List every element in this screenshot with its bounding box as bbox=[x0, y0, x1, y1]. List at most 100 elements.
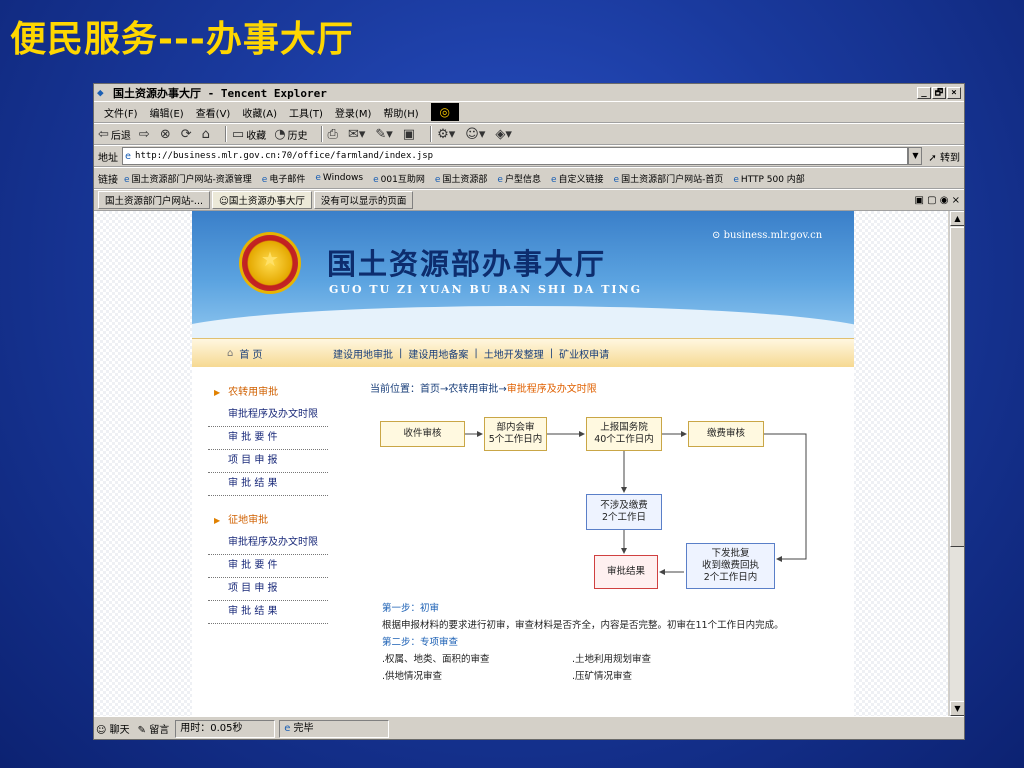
nav-item-land-development[interactable]: 土地开发整理 bbox=[484, 346, 544, 361]
go-label: 转到 bbox=[940, 152, 960, 164]
sidebar-item-results[interactable]: 审 批 结 果 bbox=[208, 473, 328, 496]
edit-button[interactable]: ✎▾ bbox=[375, 127, 394, 142]
nav-item-construction-filing[interactable]: 建设用地备案 bbox=[408, 346, 468, 361]
menu-help[interactable]: 帮助(H) bbox=[383, 105, 418, 120]
sidebar-item-application[interactable]: 项 目 申 报 bbox=[208, 450, 328, 473]
sidebar-item-application[interactable]: 项 目 申 报 bbox=[208, 578, 328, 601]
chat-button[interactable]: ☺ 聊天 bbox=[96, 721, 130, 736]
link-item[interactable]: e HTTP 500 内部 bbox=[733, 172, 804, 185]
flow-box-sublabel: 5个工作日内 bbox=[488, 434, 543, 445]
nav-item-construction-approval[interactable]: 建设用地审批 bbox=[333, 346, 393, 361]
maximize-button[interactable]: 🗗 bbox=[932, 86, 946, 99]
go-button[interactable]: ➚ 转到 bbox=[928, 149, 960, 164]
flow-box-sublabel: 40个工作日内 bbox=[594, 434, 654, 445]
menu-tools[interactable]: 工具(T) bbox=[289, 105, 323, 120]
flow-box-label: 上报国务院 bbox=[600, 422, 648, 433]
forward-button[interactable]: ⇨ bbox=[139, 127, 152, 142]
link-label: 国土资源部 bbox=[442, 174, 488, 185]
sidebar-item-requirements[interactable]: 审 批 要 件 bbox=[208, 555, 328, 578]
link-item[interactable]: e 001互助网 bbox=[373, 172, 425, 185]
sidebar-item-procedure[interactable]: 审批程序及办文时限 bbox=[208, 404, 328, 427]
link-label: 001互助网 bbox=[380, 174, 425, 185]
flow-box-sublabel: 收到缴费回执 bbox=[701, 560, 759, 571]
ie-icon: e bbox=[261, 174, 268, 185]
qq-tab-icon: ☺ bbox=[219, 196, 229, 207]
ie-icon: e bbox=[497, 174, 503, 185]
menu-file[interactable]: 文件(F) bbox=[104, 105, 138, 120]
ie-icon: e bbox=[733, 174, 739, 185]
scroll-thumb[interactable] bbox=[950, 227, 964, 547]
back-arrow-icon: ⇦ bbox=[98, 126, 109, 142]
links-bar: 链接 e 国土资源部门户网站-资源管理 e 电子邮件 e Windows e 001互助… bbox=[94, 167, 964, 189]
tab-portal[interactable]: 国土资源部门户网站-... bbox=[98, 191, 210, 209]
history-icon: ◔ bbox=[274, 126, 286, 142]
link-item[interactable]: e 户型信息 bbox=[497, 172, 541, 185]
menu-bar: 文件(F) 编辑(E) 查看(V) 收藏(A) 工具(T) 登录(M) 帮助(H… bbox=[94, 101, 964, 123]
qq-button[interactable]: ☺▾ bbox=[465, 127, 487, 142]
toolbar: ⇦ 后退 ⇨ ⊗ ⟳ ⌂ ▭ 收藏 ◔ 历史 ⎙ ✉▾ ✎▾ ▣ ⚙▾ ☺▾ ◈▾ bbox=[94, 123, 964, 145]
banner-url-text: business.mlr.gov.cn bbox=[723, 230, 823, 241]
window-button[interactable]: ▣ bbox=[403, 127, 417, 142]
address-label: 地址 bbox=[98, 152, 118, 164]
scroll-up-button[interactable]: ▲ bbox=[950, 211, 964, 226]
vertical-scrollbar[interactable]: ▲ ▼ bbox=[949, 211, 964, 716]
sidebar-item-results[interactable]: 审 批 结 果 bbox=[208, 601, 328, 624]
sidebar-item-requirements[interactable]: 审 批 要 件 bbox=[208, 427, 328, 450]
scroll-down-button[interactable]: ▼ bbox=[950, 701, 964, 716]
link-item[interactable]: e 国土资源部门户网站-资源管理 bbox=[124, 172, 252, 185]
plugin-button[interactable]: ◈▾ bbox=[495, 127, 514, 142]
procedure-steps: 第一步：初审 根据申报材料的要求进行初审，审查材料是否齐全，内容是否完整。初审在… bbox=[382, 600, 842, 685]
flow-box-label: 部内会审 bbox=[496, 422, 535, 433]
address-input[interactable]: e http://business.mlr.gov.cn:70/office/f… bbox=[122, 147, 909, 165]
status-done: e 完毕 bbox=[279, 719, 390, 738]
home-button[interactable]: ⌂ bbox=[202, 127, 212, 142]
step-1-title: 第一步：初审 bbox=[382, 603, 440, 614]
stop-button[interactable]: ⊗ bbox=[160, 127, 173, 142]
page-banner: ★ 国土资源部办事大厅 GUO TU ZI YUAN BU BAN SHI DA… bbox=[192, 211, 854, 338]
page-icon: e bbox=[125, 150, 132, 162]
flow-box-label: 审批结果 bbox=[606, 566, 645, 577]
flow-box-label: 收件审核 bbox=[403, 428, 442, 439]
favorites-button[interactable]: ▭ 收藏 bbox=[232, 127, 266, 142]
slide-title: 便民服务---办事大厅 bbox=[10, 19, 354, 60]
nav-item-mining-rights[interactable]: 矿业权申请 bbox=[559, 346, 609, 361]
nav-home[interactable]: ⌂ 首 页 bbox=[227, 346, 327, 361]
link-item[interactable]: e Windows bbox=[315, 173, 363, 183]
toolbar-separator bbox=[320, 126, 323, 142]
triangle-icon: ▶ bbox=[214, 388, 221, 397]
back-button[interactable]: ⇦ 后退 bbox=[98, 127, 131, 142]
sidebar-item-procedure[interactable]: 审批程序及办文时限 bbox=[208, 532, 328, 555]
sidebar-group-farmland[interactable]: ▶ 农转用审批 bbox=[208, 382, 328, 404]
breadcrumb-path[interactable]: 当前位置：首页→农转用审批→ bbox=[370, 384, 507, 395]
menu-view[interactable]: 查看(V) bbox=[196, 105, 231, 120]
link-label: Windows bbox=[322, 173, 364, 183]
link-item[interactable]: e 自定义链接 bbox=[551, 172, 604, 185]
tab-controls-icon[interactable]: ▣ ▢ ◉ × bbox=[914, 195, 960, 206]
message-button[interactable]: ✎ 留言 bbox=[138, 721, 170, 736]
print-icon: ⎙ bbox=[327, 126, 338, 142]
flow-box-joint-review: 部内会审 5个工作日内 bbox=[484, 417, 547, 451]
address-dropdown-button[interactable]: ▼ bbox=[908, 147, 923, 165]
minimize-button[interactable]: _ bbox=[917, 86, 931, 99]
tab-office-hall[interactable]: ☺国土资源办事大厅 bbox=[212, 191, 312, 209]
mail-button[interactable]: ✉▾ bbox=[348, 127, 367, 142]
link-item[interactable]: e 电子邮件 bbox=[262, 172, 306, 185]
sidebar-group-expropriation[interactable]: ▶ 征地审批 bbox=[208, 510, 328, 532]
history-button[interactable]: ◔ 历史 bbox=[274, 127, 307, 142]
web-page: ★ 国土资源部办事大厅 GUO TU ZI YUAN BU BAN SHI DA… bbox=[192, 211, 854, 716]
tab-empty[interactable]: 没有可以显示的页面 bbox=[313, 191, 414, 209]
nav-divider: | bbox=[474, 347, 478, 359]
print-button[interactable]: ⎙ bbox=[328, 127, 340, 142]
link-item[interactable]: e 国土资源部门户网站-首页 bbox=[614, 172, 724, 185]
close-button[interactable]: × bbox=[947, 86, 961, 99]
menu-login[interactable]: 登录(M) bbox=[335, 105, 371, 120]
flow-box-state-council: 上报国务院 40个工作日内 bbox=[586, 417, 662, 451]
refresh-button[interactable]: ⟳ bbox=[181, 127, 194, 142]
link-item[interactable]: e 国土资源部 bbox=[435, 172, 488, 185]
link-label: 电子邮件 bbox=[269, 174, 306, 185]
tools-button[interactable]: ⚙▾ bbox=[437, 127, 457, 142]
link-label: 国土资源部门户网站-资源管理 bbox=[131, 174, 252, 185]
menu-edit[interactable]: 编辑(E) bbox=[150, 105, 184, 120]
menu-favorites[interactable]: 收藏(A) bbox=[242, 105, 277, 120]
sidebar: ▶ 农转用审批 审批程序及办文时限 审 批 要 件 项 目 申 报 审 批 结 果… bbox=[208, 382, 328, 624]
